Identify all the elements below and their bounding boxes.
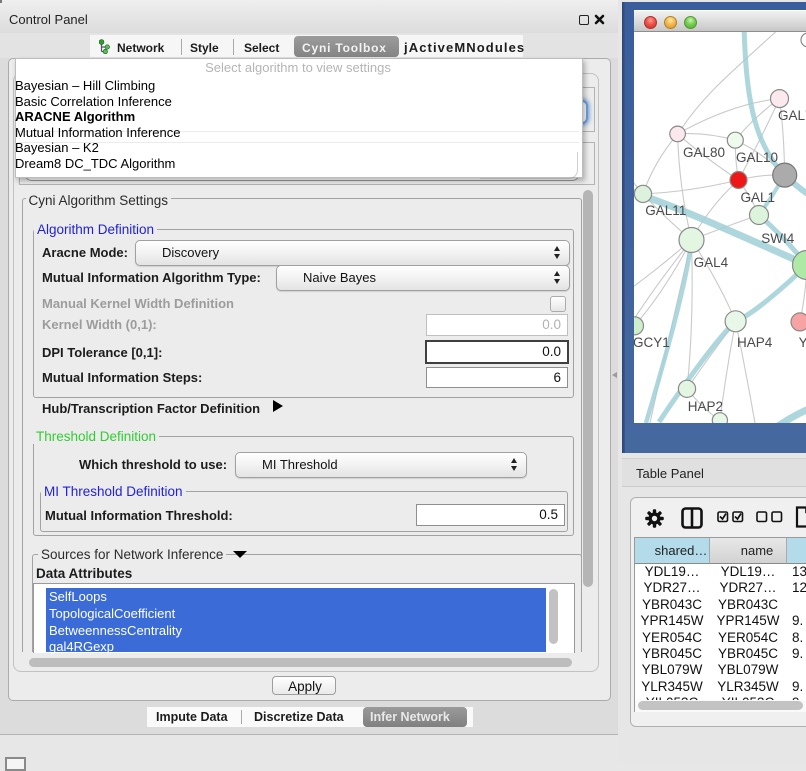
svg-text:SWI4: SWI4: [761, 231, 794, 246]
svg-text:HAP2: HAP2: [688, 399, 723, 414]
svg-text:GAL7: GAL7: [778, 108, 806, 123]
svg-text:GCY1: GCY1: [634, 335, 670, 350]
svg-text:GAL10: GAL10: [736, 150, 778, 165]
svg-text:HAP4: HAP4: [737, 335, 773, 350]
svg-text:YM: YM: [799, 335, 806, 350]
svg-text:GAL11: GAL11: [645, 203, 686, 218]
svg-text:GAL80: GAL80: [683, 145, 725, 160]
svg-text:GAL1: GAL1: [741, 190, 776, 205]
svg-text:GAL4: GAL4: [694, 255, 729, 270]
